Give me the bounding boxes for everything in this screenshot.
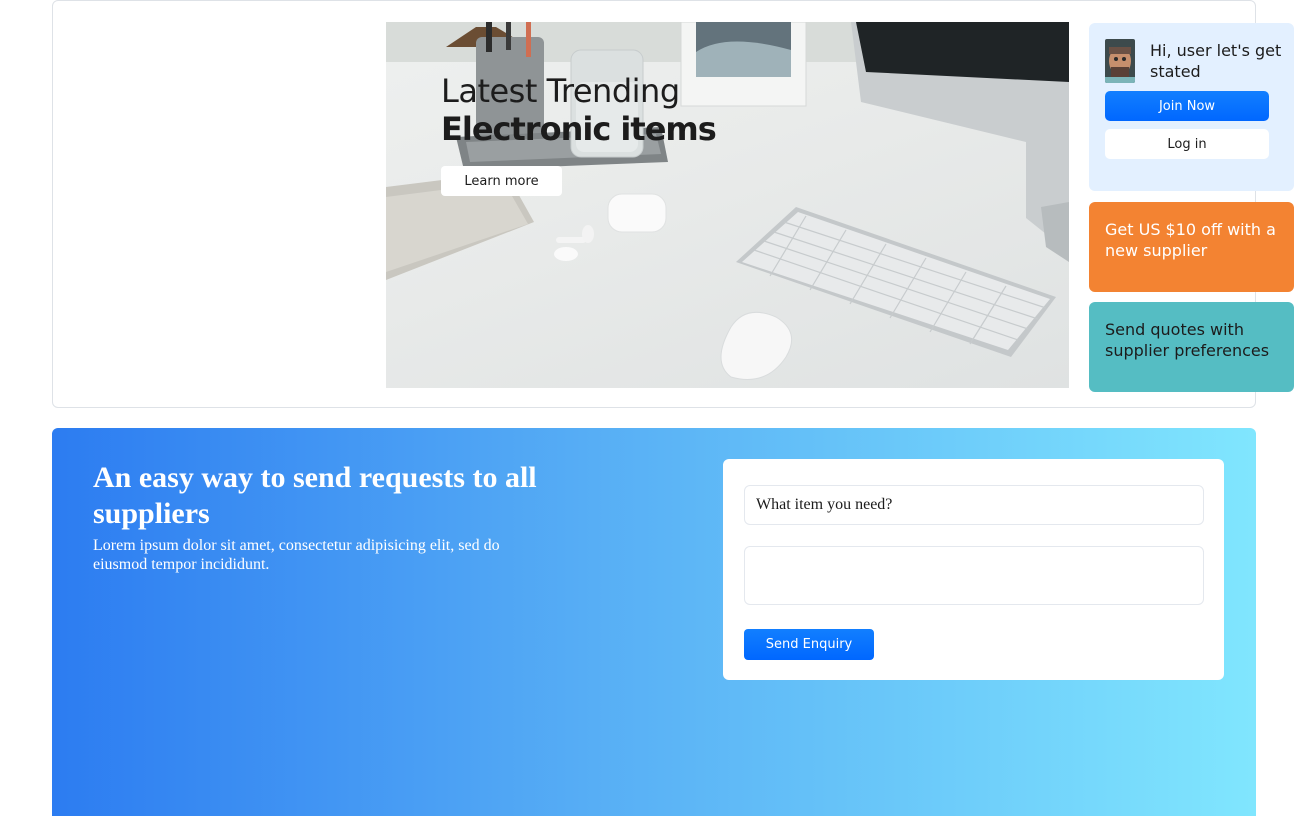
enquiry-description: Lorem ipsum dolor sit amet, consectetur … (93, 537, 500, 573)
item-needed-input[interactable] (744, 485, 1204, 525)
enquiry-section: An easy way to send requests to all supp… (52, 428, 1256, 816)
promo-send-quotes[interactable]: Send quotes with supplier preferences (1089, 302, 1294, 392)
log-in-button[interactable]: Log in (1105, 129, 1269, 159)
avatar (1105, 39, 1135, 83)
enquiry-form: Send Enquiry (723, 459, 1224, 680)
promo-supplier-discount[interactable]: Get US $10 off with a new supplier (1089, 202, 1294, 292)
enquiry-title: An easy way to send requests to all supp… (93, 461, 537, 530)
user-greeting-text: Hi, user let's get stated (1150, 41, 1282, 81)
hero-title-bold: Electronic items (441, 110, 717, 148)
hero-title-light: Latest Trending (441, 72, 680, 110)
learn-more-button[interactable]: Learn more (441, 166, 562, 196)
enquiry-details-textarea[interactable] (744, 546, 1204, 605)
join-now-button[interactable]: Join Now (1105, 91, 1269, 121)
hero-banner: Latest Trending Electronic items Learn m… (386, 22, 1069, 388)
user-greeting-box: Hi, user let's get stated Join Now Log i… (1089, 23, 1294, 191)
send-enquiry-button[interactable]: Send Enquiry (744, 629, 874, 660)
main-banner-card: Latest Trending Electronic items Learn m… (52, 0, 1294, 408)
